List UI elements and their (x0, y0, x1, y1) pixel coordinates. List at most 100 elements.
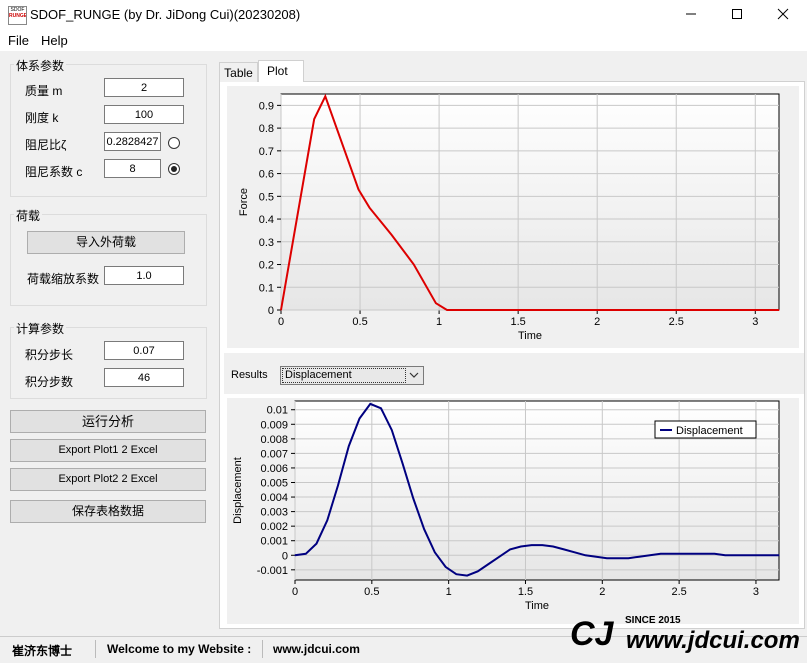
close-button[interactable] (760, 0, 806, 31)
data-point (541, 544, 543, 546)
data-point (280, 309, 282, 311)
data-point (574, 551, 576, 553)
app-icon: SDOF RUNGE (8, 6, 27, 25)
data-point (498, 556, 500, 558)
y-tick-label: 0 (282, 550, 288, 562)
y-tick-label: -0.001 (257, 565, 288, 577)
run-analysis-button[interactable]: 运行分析 (10, 410, 206, 433)
close-icon (777, 8, 789, 20)
y-tick-label: 0.9 (259, 100, 274, 112)
data-point (391, 429, 393, 431)
export-plot1-button[interactable]: Export Plot1 2 Excel (10, 439, 206, 462)
data-point (735, 554, 737, 556)
y-tick-label: 0.5 (259, 191, 274, 203)
data-point (446, 309, 448, 311)
export-plot2-button[interactable]: Export Plot2 2 Excel (10, 468, 206, 491)
data-point (357, 188, 360, 191)
data-point (724, 554, 726, 556)
maximize-icon (732, 9, 742, 19)
load-title: 荷载 (14, 207, 43, 224)
data-point (563, 548, 565, 551)
chevron-down-icon (409, 372, 419, 378)
data-point (638, 556, 640, 558)
window-title: SDOF_RUNGE (by Dr. JiDong Cui)(20230208) (30, 7, 301, 22)
tab-table[interactable]: Table (219, 62, 258, 82)
x-tick-label: 0.5 (364, 586, 379, 598)
data-point (606, 557, 608, 559)
data-point (337, 484, 339, 487)
step-count-input[interactable]: 46 (104, 368, 184, 387)
y-tick-label: 0.01 (267, 405, 288, 417)
data-point (660, 553, 662, 555)
menu-help[interactable]: Help (41, 33, 68, 48)
damping-ratio-input[interactable]: 0.2828427 (104, 132, 161, 151)
data-point (596, 309, 598, 311)
x-tick-label: 1.5 (518, 586, 533, 598)
data-point (412, 497, 414, 500)
data-point (552, 545, 554, 548)
data-point (649, 554, 651, 556)
menu-file[interactable]: File (8, 33, 29, 48)
data-point (369, 403, 371, 405)
data-point (466, 575, 468, 577)
data-point (305, 553, 307, 555)
minimize-button[interactable] (668, 0, 714, 31)
app-icon-text-bottom: RUNGE (9, 13, 27, 19)
data-point (767, 554, 769, 556)
x-tick-label: 2 (594, 316, 600, 328)
data-point (294, 554, 296, 556)
data-point (358, 417, 361, 420)
y-tick-label: 0.8 (259, 123, 274, 135)
data-point (692, 553, 694, 555)
save-table-button[interactable]: 保存表格数据 (10, 500, 206, 523)
data-point (324, 95, 326, 97)
y-tick-label: 0.004 (260, 492, 288, 504)
damping-coef-input[interactable]: 8 (104, 159, 161, 178)
results-select[interactable]: Displacement (280, 366, 424, 385)
status-url[interactable]: www.jdcui.com (273, 642, 360, 656)
y-tick-label: 0.002 (260, 521, 288, 533)
data-point (435, 302, 437, 304)
data-point (531, 544, 533, 546)
data-point (423, 528, 425, 530)
mass-label: 质量 m (25, 84, 63, 98)
y-tick-label: 0.1 (259, 282, 274, 294)
y-tick-label: 0.6 (259, 169, 274, 181)
load-scale-label: 荷载缩放系数 (27, 272, 100, 286)
step-size-input[interactable]: 0.07 (104, 341, 184, 360)
data-point (401, 462, 404, 465)
data-point (391, 234, 393, 236)
y-axis-label: Displacement (232, 457, 244, 524)
plot-area (280, 93, 780, 311)
load-scale-input[interactable]: 1.0 (104, 266, 184, 285)
data-point (746, 554, 748, 556)
results-label: Results (231, 369, 268, 381)
displacement-chart: 0 0.5 1 1.5 2 2.5 3 -0.001 0 0.001 0.002 0.003 0.004… (232, 400, 780, 612)
x-tick-label: 2 (599, 586, 605, 598)
tab-plot[interactable]: Plot (258, 60, 304, 82)
data-point (520, 545, 522, 548)
y-tick-label: 0.007 (260, 448, 288, 460)
x-axis-label: Time (518, 330, 542, 342)
y-tick-label: 0.008 (260, 434, 288, 446)
import-load-button[interactable]: 导入外荷载 (27, 231, 185, 254)
stiffness-input[interactable]: 100 (104, 105, 184, 124)
y-axis-label: Force (238, 188, 250, 216)
data-point (756, 554, 759, 556)
data-point (313, 118, 315, 120)
y-tick-label: 0.7 (259, 146, 274, 158)
y-tick-label: 0 (268, 305, 274, 317)
maximize-button[interactable] (714, 0, 760, 31)
system-params-title: 体系参数 (14, 57, 67, 74)
y-tick-label: 0.4 (259, 214, 274, 226)
data-point (477, 570, 479, 572)
mass-input[interactable]: 2 (104, 78, 184, 97)
damping-coef-radio[interactable] (168, 163, 180, 175)
data-point (617, 557, 619, 559)
damping-ratio-radio[interactable] (168, 137, 180, 149)
data-point (584, 554, 586, 556)
step-size-label: 积分步长 (25, 348, 74, 362)
y-tick-label: 0.001 (260, 536, 288, 548)
force-chart: 0 0.5 1 1.5 2 2.5 3 0 0.1 0.2 0.3 0.4 0.5 0.6 0.7 0.8 0.… (238, 93, 780, 342)
y-tick-label: 0.009 (260, 419, 288, 431)
